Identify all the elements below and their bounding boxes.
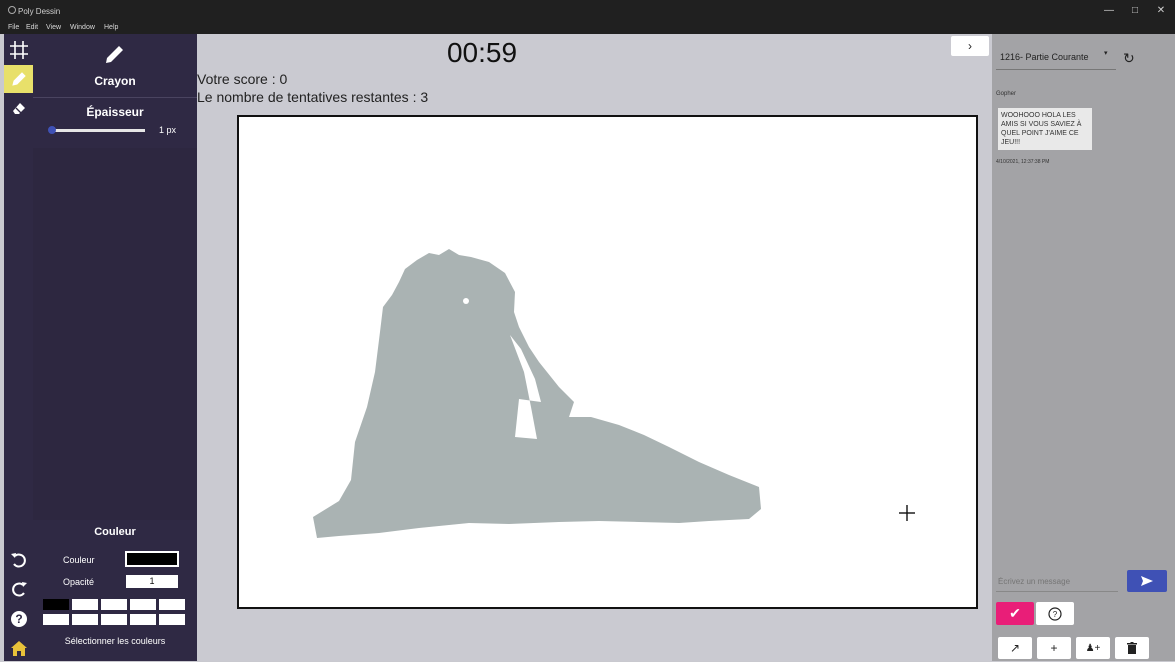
refresh-icon[interactable]: ↻ xyxy=(1123,50,1135,67)
channel-select[interactable]: 1216- Partie Courante ▾ xyxy=(996,47,1116,70)
message-timestamp: 4/10/2021, 12:37:38 PM xyxy=(996,159,1050,165)
drawing-canvas[interactable] xyxy=(237,115,978,609)
minimize-icon[interactable]: — xyxy=(1102,4,1116,18)
maximize-icon[interactable]: □ xyxy=(1128,4,1142,18)
color-swatch[interactable] xyxy=(43,614,69,625)
color-section-title: Couleur xyxy=(94,526,136,538)
chat-panel: 1216- Partie Courante ▾ ↻ Gopher WOOHOOO… xyxy=(992,34,1175,661)
color-swatch[interactable] xyxy=(43,599,69,610)
collapse-chat-button[interactable]: › xyxy=(951,36,989,56)
thickness-label: Épaisseur xyxy=(86,105,144,119)
guess-button[interactable]: ✔ xyxy=(996,602,1034,625)
pencil-tool-icon[interactable] xyxy=(4,65,33,93)
divider xyxy=(33,97,197,98)
window-title: Poly Dessin xyxy=(18,7,61,16)
message-bubble: WOOHOOO HOLA LES AMIS SI VOUS SAVIEZ À Q… xyxy=(998,108,1092,150)
color-swatch[interactable] xyxy=(72,599,98,610)
color-swatch[interactable] xyxy=(101,599,127,610)
menu-file[interactable]: File xyxy=(8,24,19,31)
tool-strip: ? xyxy=(4,34,33,661)
delete-channel-button[interactable] xyxy=(1115,637,1149,659)
menu-view[interactable]: View xyxy=(46,24,61,31)
color-swatch[interactable] xyxy=(159,599,185,610)
color-swatch[interactable] xyxy=(130,614,156,625)
redo-icon[interactable] xyxy=(4,575,33,603)
open-external-icon: ↗ xyxy=(1009,641,1021,655)
home-icon[interactable] xyxy=(4,634,33,662)
menu-edit[interactable]: Edit xyxy=(26,24,38,31)
timer: 00:59 xyxy=(446,37,518,68)
select-colors-button[interactable]: Sélectionner les couleurs xyxy=(33,636,197,646)
color-swatch[interactable] xyxy=(72,614,98,625)
message-author: Gopher xyxy=(996,91,1017,97)
menu-bar: File Edit View Window Help xyxy=(0,22,1175,34)
eraser-icon[interactable] xyxy=(4,94,33,122)
thickness-value: 1 px xyxy=(159,125,177,135)
tool-properties-panel: Crayon Épaisseur 1 px Couleur Couleur Op… xyxy=(33,34,197,661)
close-icon[interactable]: ✕ xyxy=(1154,4,1168,18)
color-swatch[interactable] xyxy=(159,614,185,625)
app-icon xyxy=(8,6,16,14)
svg-text:?: ? xyxy=(15,612,22,626)
send-icon xyxy=(1141,576,1153,586)
plus-icon: + xyxy=(1050,641,1058,655)
color-swatch[interactable] xyxy=(101,614,127,625)
hint-button[interactable]: ? xyxy=(1036,602,1074,625)
group-add-icon: ♟+ xyxy=(1085,642,1101,654)
primary-color-fill xyxy=(127,553,177,565)
channel-name: 1216- Partie Courante xyxy=(1000,52,1089,62)
color-label: Couleur xyxy=(63,555,95,565)
undo-icon[interactable] xyxy=(4,546,33,574)
add-channel-button[interactable]: + xyxy=(1037,637,1071,659)
message-input[interactable] xyxy=(996,571,1118,592)
pencil-icon xyxy=(103,42,127,71)
title-bar: Poly Dessin — □ ✕ xyxy=(0,0,1175,22)
menu-help[interactable]: Help xyxy=(104,24,118,31)
dropdown-arrow-icon: ▾ xyxy=(1104,50,1108,57)
opacity-input[interactable]: 1 xyxy=(126,575,178,588)
grid-icon[interactable] xyxy=(4,36,33,64)
crosshair-cursor xyxy=(899,505,915,521)
send-button[interactable] xyxy=(1127,570,1167,592)
primary-color-swatch[interactable] xyxy=(125,551,179,567)
svg-text:?: ? xyxy=(1053,610,1058,619)
open-external-button[interactable]: ↗ xyxy=(998,637,1032,659)
help-icon[interactable]: ? xyxy=(4,605,33,633)
question-icon: ? xyxy=(1048,606,1062,621)
menu-window[interactable]: Window xyxy=(70,24,95,31)
drawing-svg xyxy=(313,249,915,538)
tool-name: Crayon xyxy=(94,74,136,88)
figure-dot xyxy=(463,298,469,304)
trash-icon xyxy=(1127,641,1137,654)
attempts-text: Le nombre de tentatives restantes : 3 xyxy=(197,89,429,105)
join-channel-button[interactable]: ♟+ xyxy=(1076,637,1110,659)
score-text: Votre score : 0 xyxy=(197,71,288,87)
thickness-slider-track[interactable] xyxy=(50,129,145,132)
panel-empty-area xyxy=(33,148,197,520)
check-icon: ✔ xyxy=(1009,605,1021,621)
thickness-slider-thumb[interactable] xyxy=(48,126,56,134)
color-swatch[interactable] xyxy=(130,599,156,610)
opacity-label: Opacité xyxy=(63,577,95,587)
